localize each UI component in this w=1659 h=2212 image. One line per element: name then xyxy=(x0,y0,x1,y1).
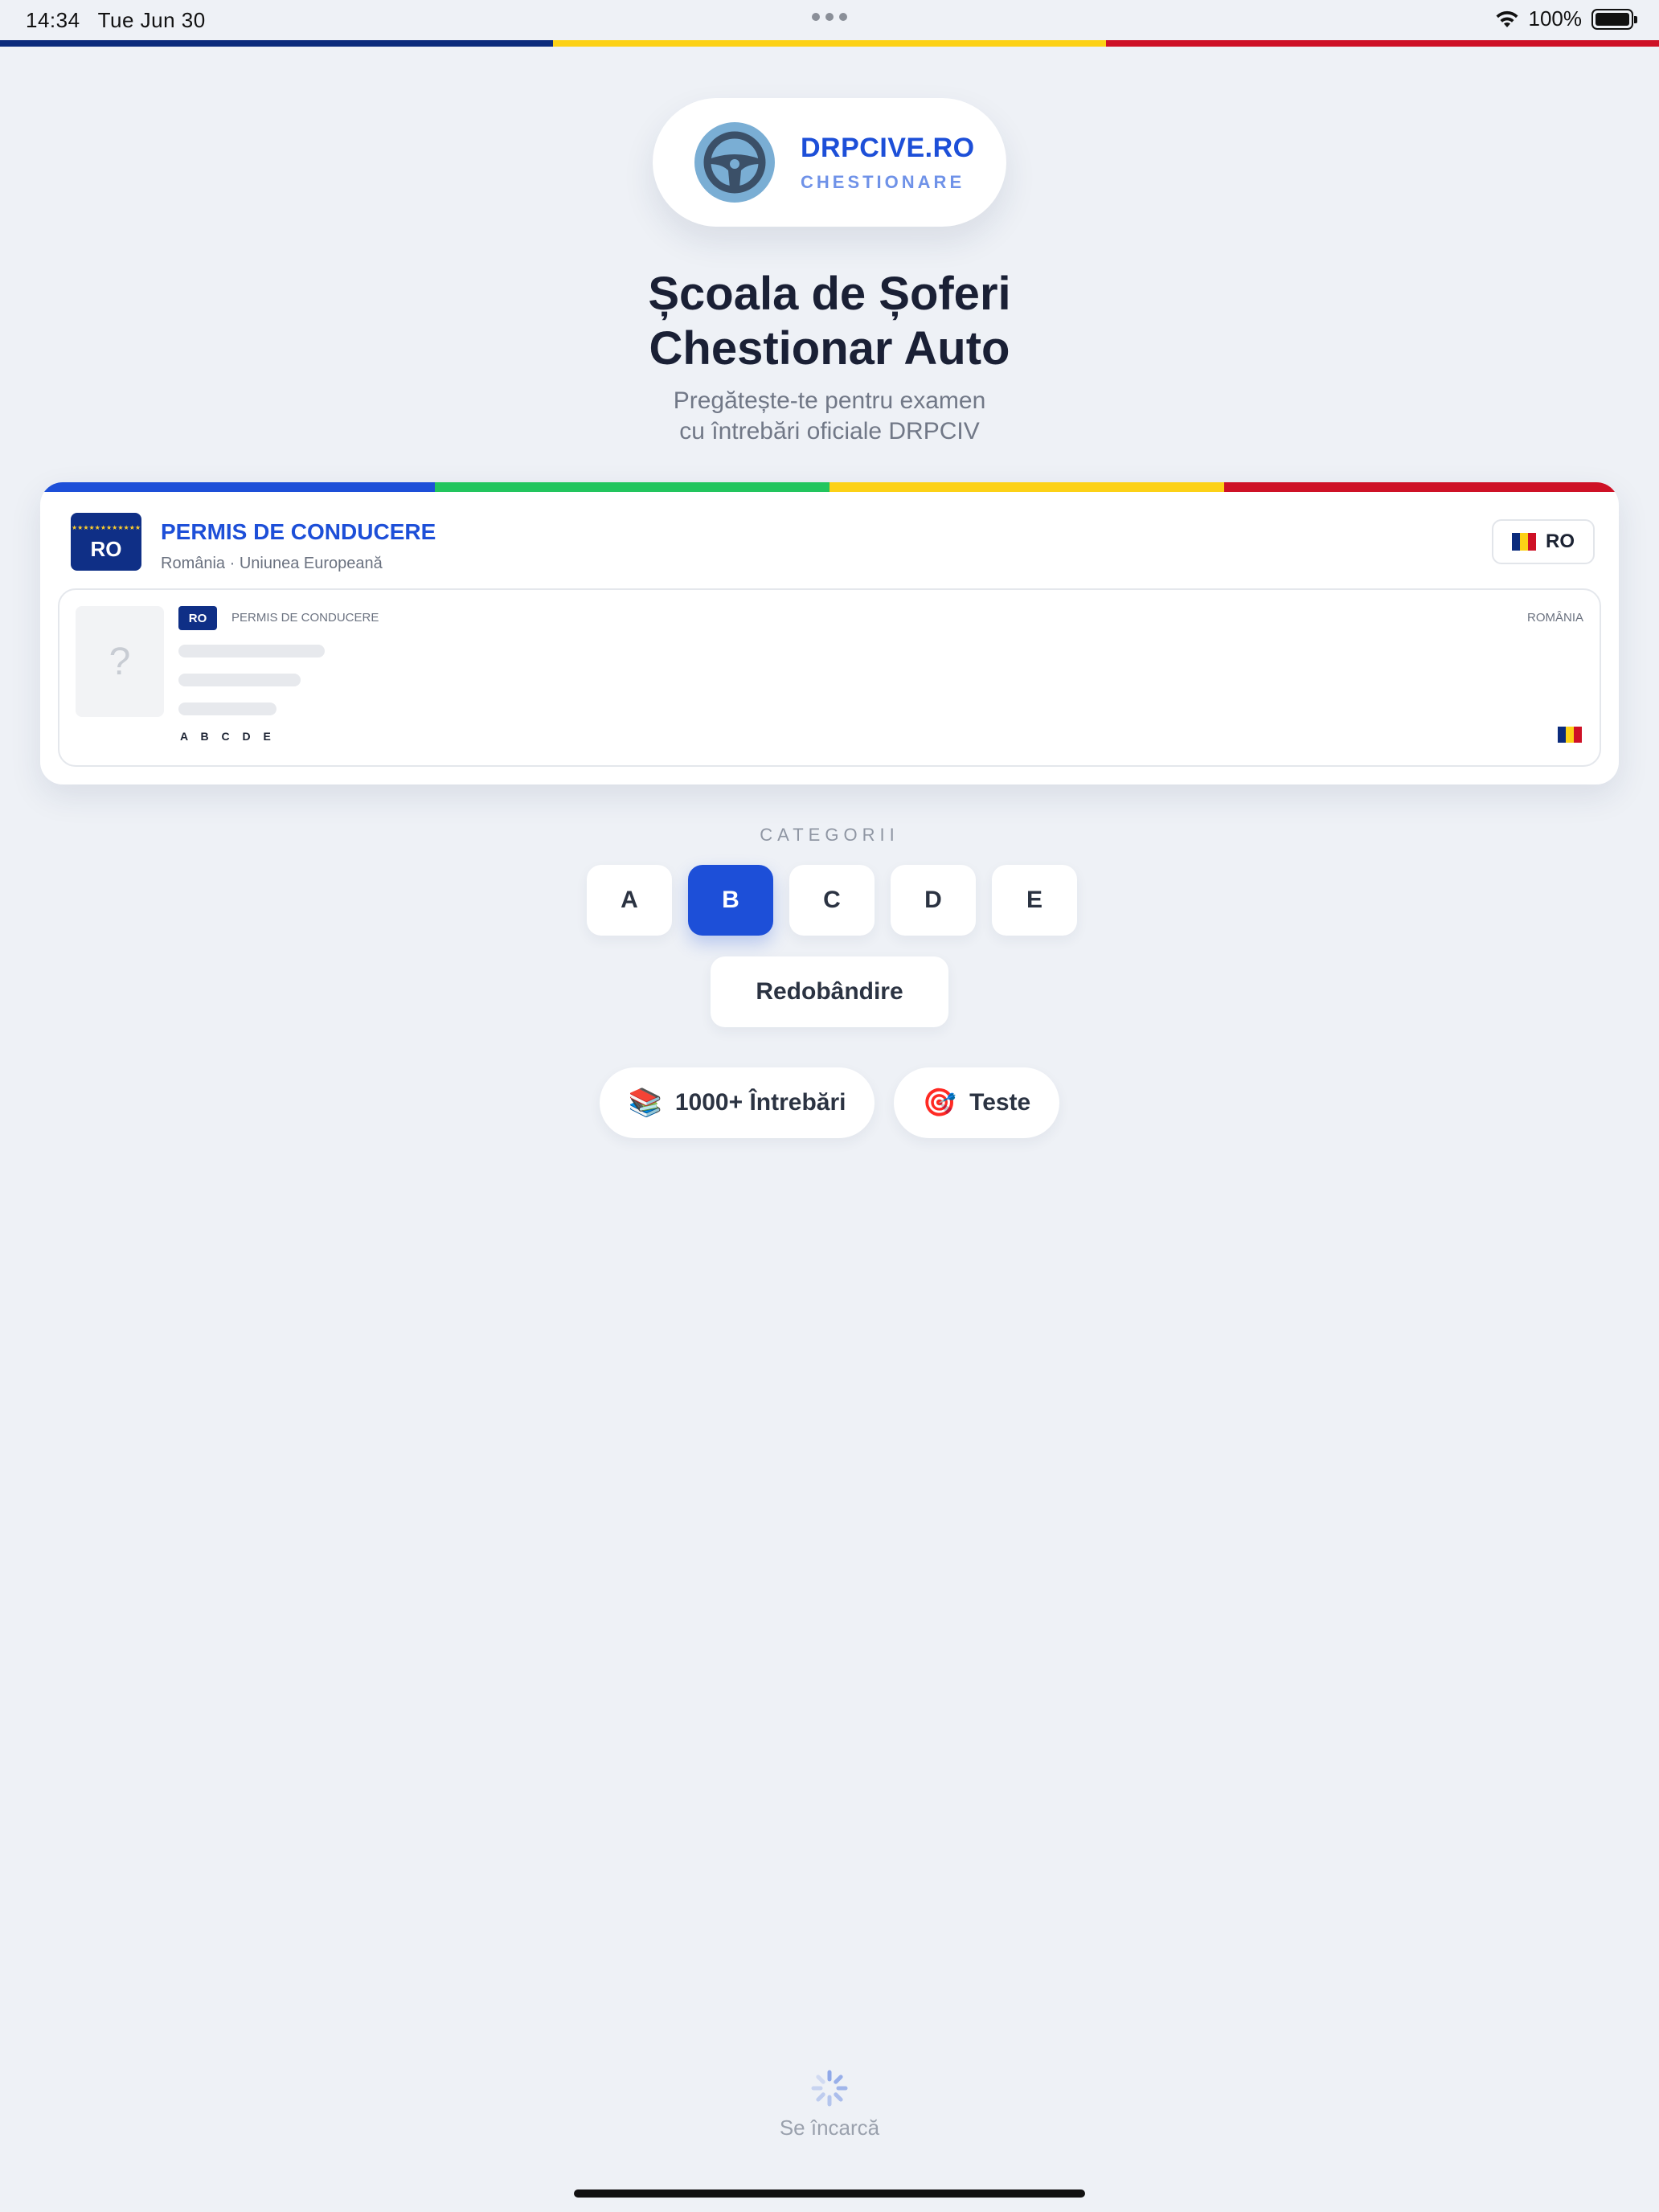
battery-icon xyxy=(1591,8,1637,30)
wifi-icon xyxy=(1496,10,1518,27)
eu-country-badge: ★★★★★★★★★★★★ RO xyxy=(71,513,141,571)
questions-chip[interactable]: 📚 1000+ Întrebări xyxy=(600,1067,875,1138)
tests-chip[interactable]: 🎯 Teste xyxy=(894,1067,1059,1138)
preview-country: ROMÂNIA xyxy=(1526,611,1583,625)
brand-name: DRPCIVE.RO xyxy=(801,132,975,163)
status-date: Tue Jun 30 xyxy=(97,8,206,32)
license-preview: ? RO PERMIS DE CONDUCERE ROMÂNIA A B C D… xyxy=(58,588,1601,767)
license-card: ★★★★★★★★★★★★ RO PERMIS DE CONDUCERE Româ… xyxy=(40,482,1619,784)
home-indicator[interactable] xyxy=(574,2189,1085,2198)
romania-flag-icon xyxy=(1512,533,1536,551)
preview-title: PERMIS DE CONDUCERE xyxy=(231,611,379,625)
category-b-button[interactable]: B xyxy=(688,865,773,936)
preview-country-badge: RO xyxy=(178,606,217,630)
photo-placeholder: ? xyxy=(76,606,164,717)
books-icon: 📚 xyxy=(628,1088,662,1118)
category-d-button[interactable]: D xyxy=(891,865,976,936)
categories-label: CATEGORII xyxy=(760,825,899,845)
category-c-button[interactable]: C xyxy=(789,865,875,936)
romania-flag-icon xyxy=(1558,727,1582,743)
multitasking-dots-icon[interactable] xyxy=(812,13,847,21)
card-subtitle: România · Uniunea Europeană xyxy=(161,555,383,572)
status-time: 14:34 Tue Jun 30 xyxy=(26,8,206,32)
category-e-button[interactable]: E xyxy=(992,865,1077,936)
status-right: 100% xyxy=(1495,6,1637,31)
battery-percent: 100% xyxy=(1528,6,1583,31)
card-title: PERMIS DE CONDUCERE xyxy=(161,519,436,544)
steering-wheel-icon xyxy=(694,122,775,203)
skeleton-line xyxy=(178,674,301,686)
tricolor-strip xyxy=(0,40,1659,47)
page-title: Școala de Șoferi Chestionar Auto xyxy=(648,268,1011,375)
target-icon: 🎯 xyxy=(922,1088,957,1118)
preview-categories: A B C D E xyxy=(180,730,276,743)
brand-subtitle: CHESTIONARE xyxy=(801,171,965,192)
skeleton-line xyxy=(178,645,325,657)
card-color-stripe xyxy=(40,482,1619,492)
loading-text: Se încarcă xyxy=(779,2116,880,2140)
category-a-button[interactable]: A xyxy=(587,865,672,936)
eu-stars-icon: ★★★★★★★★★★★★ xyxy=(71,524,141,531)
language-button[interactable]: RO xyxy=(1492,519,1595,564)
category-selector: A B C D E xyxy=(587,865,1077,936)
loading-spinner-icon xyxy=(811,2070,848,2107)
status-bar: 14:34 Tue Jun 30 100% xyxy=(0,0,1659,40)
brand-logo[interactable]: DRPCIVE.RO CHESTIONARE xyxy=(653,98,1006,227)
redobandire-button[interactable]: Redobândire xyxy=(711,956,948,1027)
page-subtitle: Pregătește-te pentru examen cu întrebări… xyxy=(673,387,986,444)
skeleton-line xyxy=(178,703,276,715)
